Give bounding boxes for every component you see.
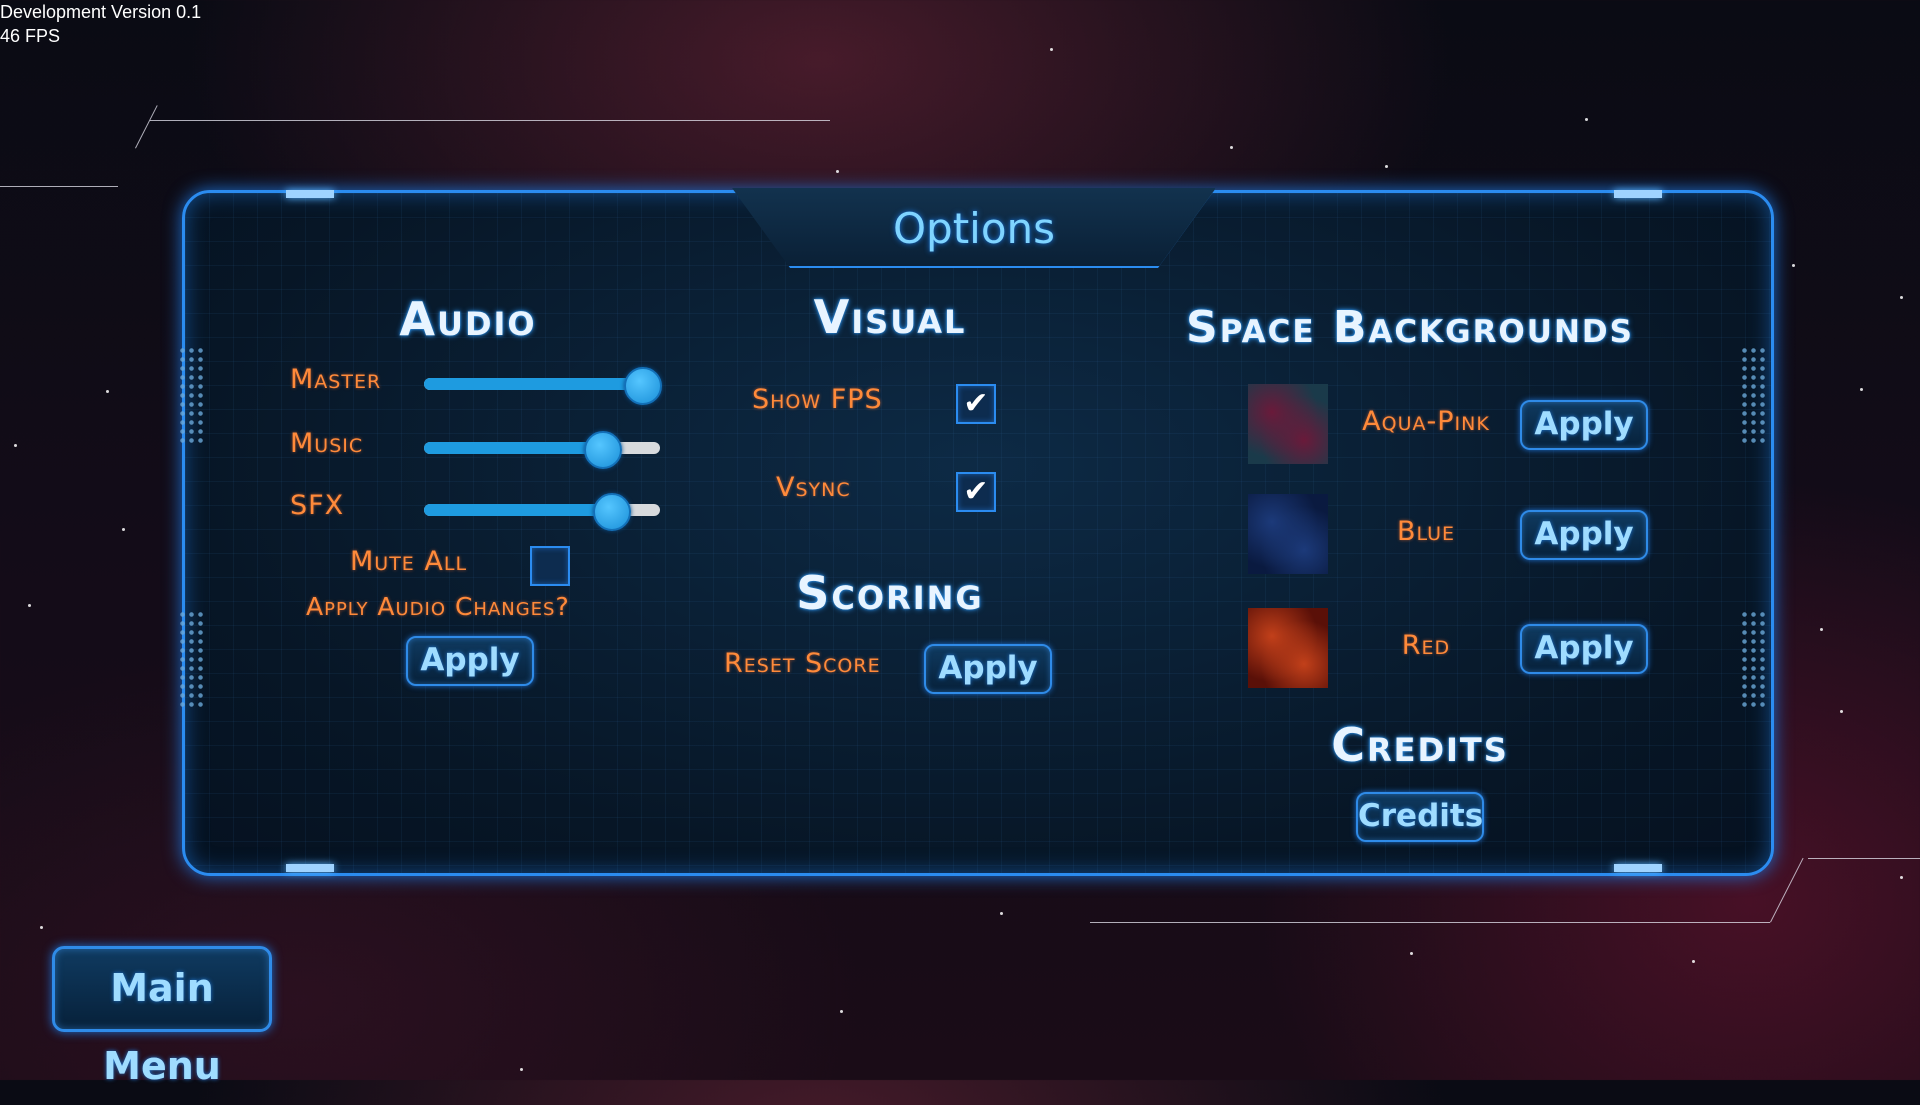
star <box>1860 388 1863 391</box>
show-fps-checkbox[interactable]: ✔ <box>956 384 996 424</box>
reset-score-label: Reset Score <box>724 648 881 679</box>
corner-tab <box>286 190 334 198</box>
panel-dots <box>1740 346 1766 446</box>
blue-apply-button[interactable]: Apply <box>1520 510 1648 560</box>
star <box>1840 710 1843 713</box>
sfx-label: SFX <box>290 490 345 521</box>
star <box>28 604 31 607</box>
star <box>14 444 17 447</box>
star <box>1792 264 1795 267</box>
blue-label: Blue <box>1396 516 1456 547</box>
red-thumbnail <box>1248 608 1328 688</box>
star <box>1410 952 1413 955</box>
sfx-slider-fill <box>424 504 611 516</box>
mute-all-label: Mute All <box>350 546 468 577</box>
star <box>520 1068 523 1071</box>
hud-line <box>1090 922 1770 923</box>
hud-line <box>1808 858 1920 859</box>
panel-dots <box>178 610 204 710</box>
star <box>1900 296 1903 299</box>
sfx-slider[interactable] <box>424 493 660 531</box>
panel-dots <box>1740 610 1766 710</box>
star <box>840 1010 843 1013</box>
reset-score-apply-button[interactable]: Apply <box>924 644 1052 694</box>
star <box>1050 48 1053 51</box>
hud-line <box>135 105 158 149</box>
music-slider-fill <box>424 442 601 454</box>
apply-audio-button[interactable]: Apply <box>406 636 534 686</box>
music-label: Music <box>290 428 364 459</box>
corner-tab <box>1614 190 1662 198</box>
hud-line <box>1770 857 1804 923</box>
mute-all-checkbox[interactable] <box>530 546 570 586</box>
corner-tab <box>1614 864 1662 872</box>
panel-dots <box>178 346 204 446</box>
aqua-pink-label: Aqua-Pink <box>1362 406 1490 437</box>
main-menu-button[interactable]: Main Menu <box>52 946 272 1088</box>
page-title: Options <box>892 204 1056 253</box>
vsync-label: Vsync <box>776 472 851 503</box>
star <box>836 170 839 173</box>
master-slider[interactable] <box>424 367 663 405</box>
music-slider[interactable] <box>424 431 660 469</box>
star <box>1000 912 1003 915</box>
credits-button[interactable]: Credits <box>1356 792 1484 842</box>
scoring-heading: Scoring <box>796 566 984 620</box>
star <box>1900 876 1903 879</box>
audio-heading: Audio <box>399 292 537 346</box>
master-slider-fill <box>424 378 642 390</box>
debug-version: Development Version 0.1 <box>0 2 202 22</box>
hud-line <box>0 186 118 187</box>
debug-fps: 46 FPS <box>0 26 61 46</box>
visual-heading: Visual <box>813 290 967 344</box>
space-backgrounds-heading: Space Backgrounds <box>1186 302 1634 353</box>
star <box>1820 628 1823 631</box>
star <box>106 390 109 393</box>
star <box>1585 118 1588 121</box>
red-apply-button[interactable]: Apply <box>1520 624 1648 674</box>
master-label: Master <box>290 364 382 395</box>
corner-tab <box>286 864 334 872</box>
credits-heading: Credits <box>1331 718 1509 772</box>
vsync-checkbox[interactable]: ✔ <box>956 472 996 512</box>
aqua-pink-apply-button[interactable]: Apply <box>1520 400 1648 450</box>
star <box>40 926 43 929</box>
show-fps-label: Show FPS <box>752 384 883 415</box>
aqua-pink-thumbnail <box>1248 384 1328 464</box>
check-icon: ✔ <box>963 386 989 421</box>
master-slider-handle[interactable] <box>624 367 663 405</box>
star <box>1385 165 1388 168</box>
red-label: Red <box>1401 630 1451 661</box>
hud-line <box>150 120 830 121</box>
apply-audio-prompt: Apply Audio Changes? <box>306 592 570 621</box>
star <box>1692 960 1695 963</box>
star <box>1230 146 1233 149</box>
check-icon <box>532 548 568 584</box>
check-icon: ✔ <box>963 474 989 509</box>
music-slider-handle[interactable] <box>584 431 622 469</box>
star <box>122 528 125 531</box>
blue-thumbnail <box>1248 494 1328 574</box>
